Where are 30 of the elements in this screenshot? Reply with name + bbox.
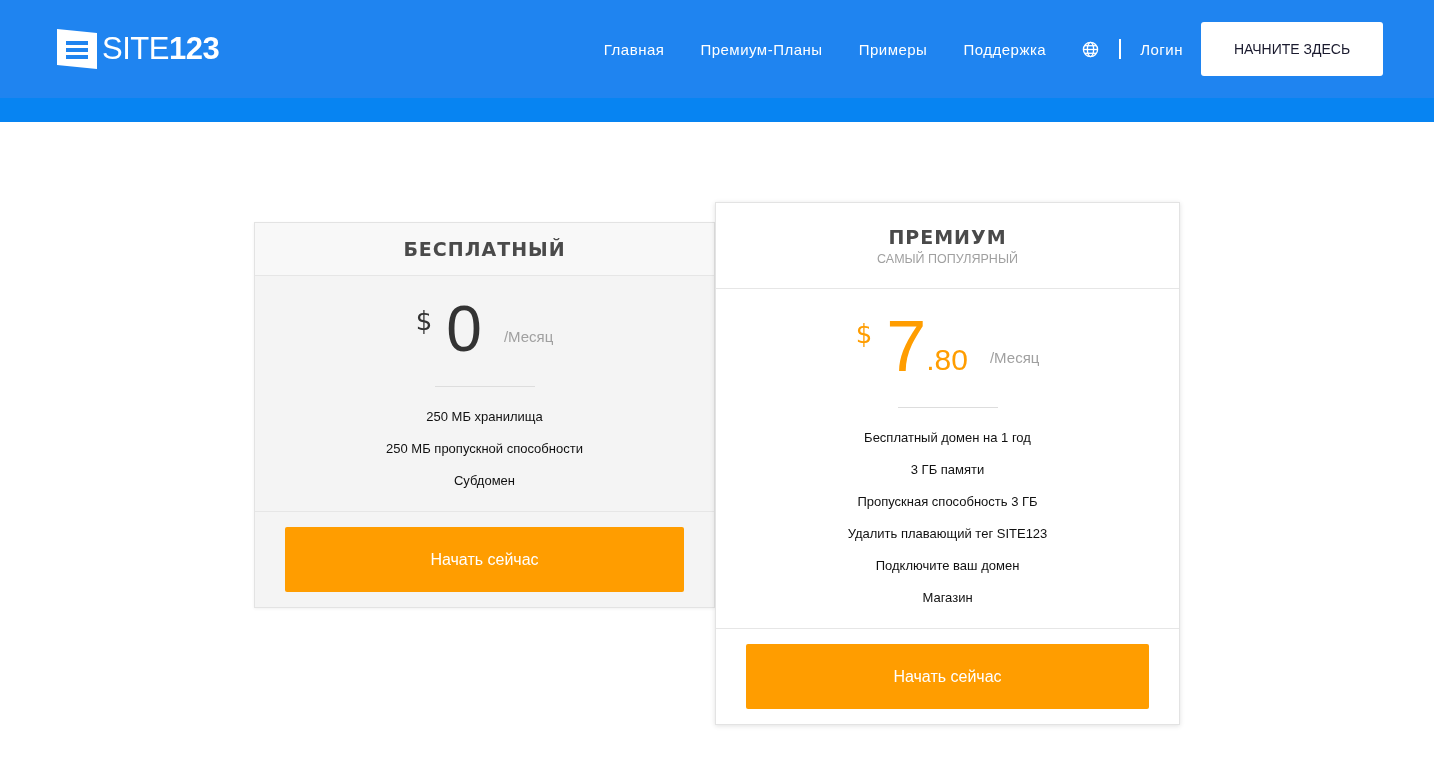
feature-text: 250 МБ хранилища: [426, 408, 543, 426]
feature-text: Удалить плавающий тег SITE123: [847, 525, 1048, 543]
feature-text: 3 ГБ памяти: [910, 461, 985, 479]
price-amount: 0: [446, 298, 482, 360]
logo-icon: [56, 28, 98, 70]
nav-link[interactable]: Главная: [603, 40, 665, 58]
logo-text[interactable]: SITE123: [102, 31, 220, 67]
start-button[interactable]: НАЧНИТЕ ЗДЕСЬ: [1201, 22, 1383, 76]
plan-title: ПРЕМИУМ: [888, 225, 1007, 248]
currency-sign: $: [415, 306, 433, 336]
feature-text: 250 МБ пропускной способности: [386, 440, 583, 458]
start-now-button[interactable]: Начать сейчас: [285, 527, 684, 592]
feature-text: Пропускная способность 3 ГБ: [857, 493, 1038, 511]
price-amount: 7: [886, 311, 927, 381]
price-period: /Месяц: [989, 349, 1040, 366]
globe-icon[interactable]: [1082, 40, 1100, 58]
price-cents: .80: [926, 343, 968, 377]
login-link[interactable]: Логин: [1140, 40, 1183, 58]
nav-link[interactable]: Примеры: [858, 40, 928, 58]
nav-link[interactable]: Поддержка: [963, 40, 1047, 58]
feature-text: Субдомен: [453, 472, 516, 490]
feature-text: Подключите ваш домен: [875, 557, 1020, 575]
feature-text: Бесплатный домен на 1 год: [864, 429, 1031, 447]
start-now-button[interactable]: Начать сейчас: [746, 644, 1149, 709]
plan-subtitle: САМЫЙ ПОПУЛЯРНЫЙ: [877, 251, 1018, 266]
nav-link[interactable]: Премиум-Планы: [700, 40, 823, 58]
price-period: /Месяц: [503, 328, 554, 345]
currency-sign: $: [855, 319, 873, 349]
plan-title: БЕСПЛАТНЫЙ: [403, 238, 566, 260]
feature-text: Магазин: [922, 589, 973, 607]
